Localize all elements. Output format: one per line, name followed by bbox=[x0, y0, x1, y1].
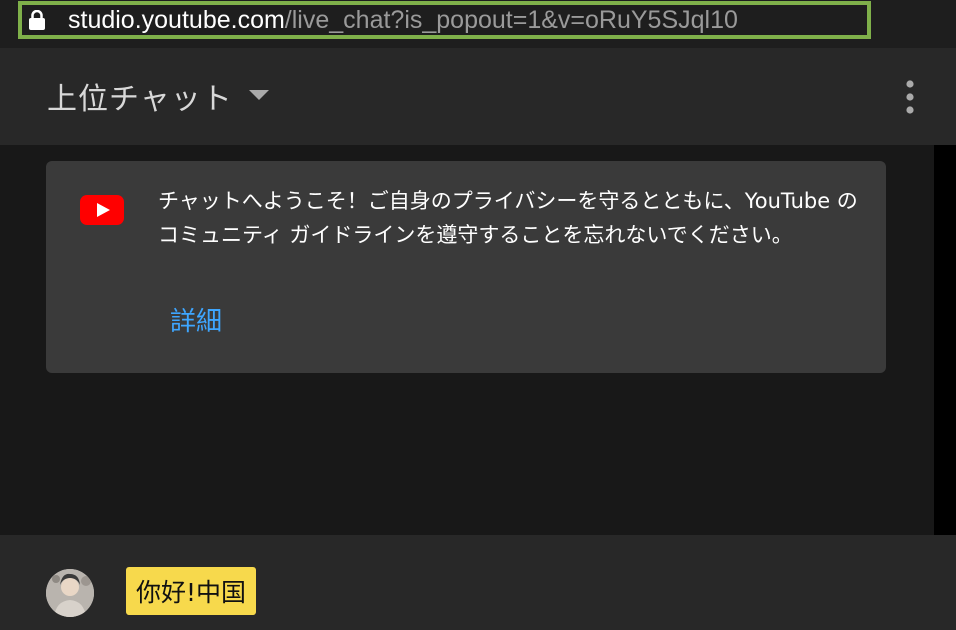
welcome-message: チャットへようこそ！ご自身のプライバシーを守るとともに、YouTube のコミュ… bbox=[158, 189, 858, 247]
welcome-card: チャットへようこそ！ご自身のプライバシーを守るとともに、YouTube のコミュ… bbox=[46, 161, 886, 373]
user-avatar-image bbox=[46, 569, 94, 617]
url-host: studio.youtube.com bbox=[68, 5, 285, 34]
chat-header: 上位チャット bbox=[0, 48, 956, 145]
youtube-icon bbox=[80, 195, 124, 225]
url-field[interactable]: studio.youtube.com/live_chat?is_popout=1… bbox=[18, 1, 871, 39]
chat-message-chip: 你好!中国 bbox=[126, 567, 257, 615]
browser-address-bar: studio.youtube.com/live_chat?is_popout=1… bbox=[0, 0, 956, 48]
chat-mode-dropdown[interactable]: 上位チャット bbox=[47, 74, 269, 118]
more-vertical-icon[interactable] bbox=[904, 79, 916, 115]
scrollbar-track[interactable] bbox=[934, 145, 956, 535]
url-path: /live_chat?is_popout=1&v=oRuY5SJql10 bbox=[284, 5, 738, 34]
chat-mode-label: 上位チャット bbox=[47, 82, 233, 117]
user-avatar[interactable] bbox=[46, 569, 94, 617]
caret-down-icon bbox=[248, 90, 269, 100]
chat-message-list[interactable]: チャットへようこそ！ご自身のプライバシーを守るとともに、YouTube のコミュ… bbox=[0, 145, 934, 535]
learn-more-link[interactable]: 詳細 bbox=[170, 301, 222, 338]
lock-icon bbox=[29, 10, 45, 30]
chat-input-area: 你好!中国 bbox=[0, 535, 956, 630]
live-chat-window: studio.youtube.com/live_chat?is_popout=1… bbox=[0, 0, 956, 630]
